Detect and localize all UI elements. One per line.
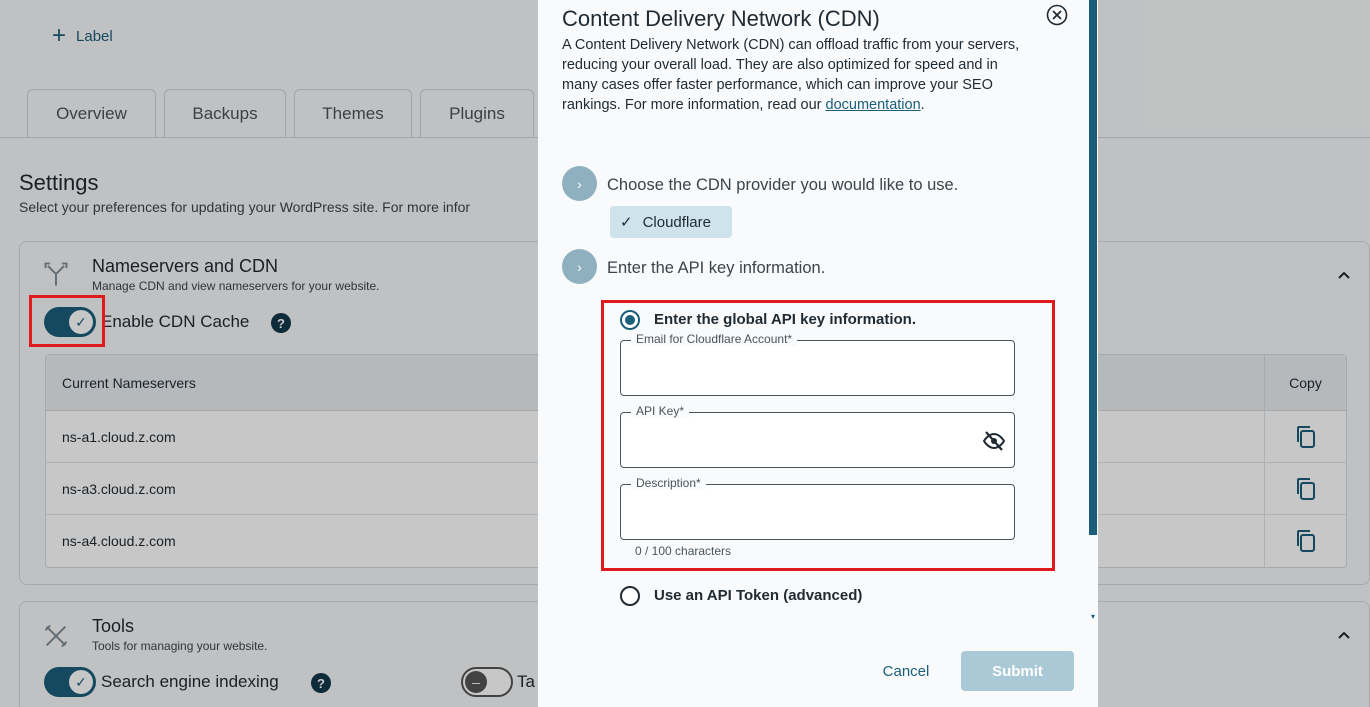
api-token-radio[interactable] xyxy=(620,586,640,606)
cancel-button[interactable]: Cancel xyxy=(862,652,950,690)
modal-description: A Content Delivery Network (CDN) can off… xyxy=(562,37,1020,113)
documentation-link[interactable]: documentation xyxy=(826,97,921,113)
step-chevron-icon: › xyxy=(562,166,597,201)
step-chevron-icon: › xyxy=(562,249,597,284)
check-icon: ✓ xyxy=(620,214,633,231)
step2-text: Enter the API key information. xyxy=(607,259,826,277)
api-token-label: Use an API Token (advanced) xyxy=(654,587,863,604)
highlight-cdn-toggle xyxy=(29,295,105,347)
highlight-api-key-section xyxy=(601,300,1055,571)
scroll-down-icon[interactable]: ▾ xyxy=(1089,612,1097,622)
modal-scrollbar[interactable] xyxy=(1089,0,1097,535)
modal-title: Content Delivery Network (CDN) xyxy=(562,6,880,31)
step1-text: Choose the CDN provider you would like t… xyxy=(607,176,959,194)
provider-chip-cloudflare[interactable]: ✓ Cloudflare xyxy=(610,206,732,238)
close-icon[interactable] xyxy=(1046,4,1068,26)
submit-button[interactable]: Submit xyxy=(961,651,1074,691)
